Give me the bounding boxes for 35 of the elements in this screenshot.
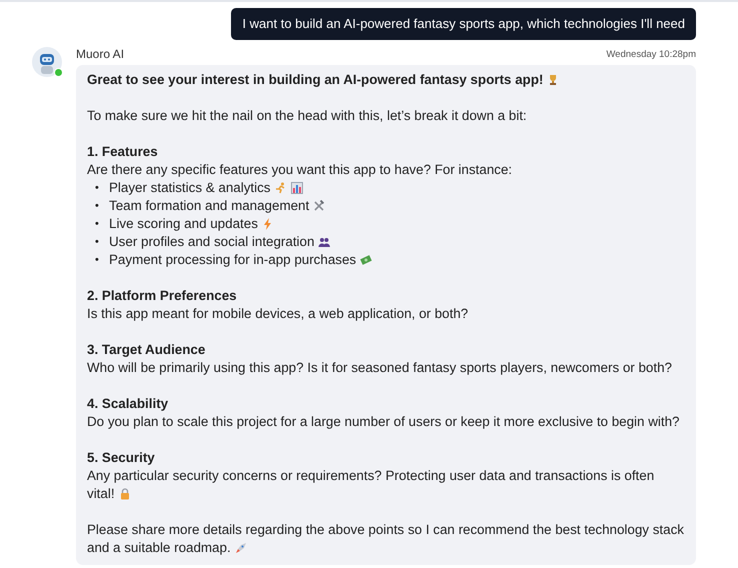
runner-icon <box>274 182 286 194</box>
bullet: • <box>95 217 100 232</box>
bullet: • <box>95 253 100 268</box>
bullet: • <box>95 199 100 214</box>
message-time: Wednesday 10:28pm <box>606 48 696 60</box>
user-message: I want to build an AI-powered fantasy sports app, which technologies I'll need <box>231 8 696 40</box>
reply-paragraph: To make sure we hit the nail on the head with this, let’s break it down a bit: <box>87 107 528 125</box>
section-text: Is this app meant for mobile devices, a web application, or both? <box>87 305 470 323</box>
section-title: 2. Platform Preferences <box>87 287 238 305</box>
reply-paragraph: Please share more details regarding the above points so I can recommend the best technology stack and a suitable roadmap. <box>87 521 685 557</box>
bar-chart-icon <box>290 182 302 194</box>
sender-name: Muoro AI <box>76 47 124 61</box>
section-title: 4. Scalability <box>87 395 170 413</box>
section-text: Do you plan to scale this project for a large number of users or keep it more exclusive to begin with? <box>87 413 680 431</box>
section-text: Any particular security concerns or requirements? Protecting user data and transactions is often vital! <box>87 467 656 503</box>
section-text: Are there any specific features you want this app to have? For instance: <box>87 161 514 179</box>
money-icon <box>360 254 372 266</box>
reply-heading: Great to see your interest in building an AI-powered fantasy sports app! <box>87 71 685 89</box>
feature-item: User profiles and social integration <box>109 233 314 251</box>
robot-avatar-icon <box>32 47 62 77</box>
lock-icon <box>118 488 131 500</box>
hammer-wrench-icon <box>313 200 326 212</box>
lightning-icon <box>262 218 274 230</box>
section-title: 1. Features <box>87 143 159 161</box>
feature-item: Player statistics & analytics <box>109 179 270 197</box>
section-title: 3. Target Audience <box>87 341 206 359</box>
feature-item: Team formation and management <box>109 197 310 215</box>
bullet: • <box>95 235 100 250</box>
section-text: Who will be primarily using this app? Is it for seasoned fantasy sports players, newcomers or both? <box>87 359 673 377</box>
rocket-icon <box>234 542 247 554</box>
section-title: 5. Security <box>87 449 156 467</box>
people-icon <box>318 236 330 248</box>
feature-item: Live scoring and updates <box>109 215 258 233</box>
bullet: • <box>95 181 100 196</box>
feature-item: Payment processing for in-app purchases <box>109 251 356 269</box>
